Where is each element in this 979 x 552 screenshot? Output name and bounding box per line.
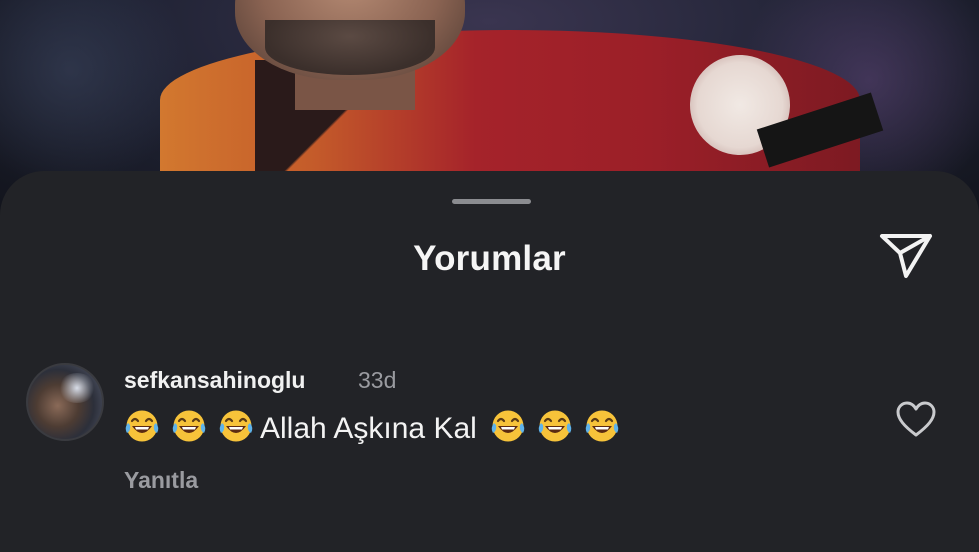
comments-sheet: Yorumlar sefkansahinoglu 33d Allah Aşkın… [0, 171, 979, 552]
comment-message: Allah Aşkına Kal [260, 412, 477, 445]
laughing-emoji-suffix-1 [490, 409, 526, 443]
laughing-emoji-prefix-2 [171, 409, 207, 443]
paper-plane-icon[interactable] [878, 232, 934, 280]
comment-item: sefkansahinoglu 33d Allah Aşkına Kal Yan… [0, 359, 979, 509]
heart-outline-icon[interactable] [895, 400, 937, 438]
laughing-emoji-suffix-2 [537, 409, 573, 443]
laughing-emoji-suffix-3 [584, 409, 620, 443]
avatar-highlight [58, 373, 96, 403]
sheet-title: Yorumlar [413, 239, 566, 278]
comment-username[interactable]: sefkansahinoglu [124, 367, 305, 394]
comment-body: Allah Aşkına Kal [124, 409, 620, 446]
laughing-emoji-prefix-1 [124, 409, 160, 443]
photo-beard [265, 20, 435, 75]
emoji-group-suffix [490, 409, 620, 445]
sheet-grabber-handle[interactable] [452, 199, 531, 204]
comment-timestamp: 33d [358, 367, 397, 393]
avatar[interactable] [26, 363, 104, 441]
laughing-emoji-prefix-3 [218, 409, 254, 443]
reply-button[interactable]: Yanıtla [124, 467, 198, 494]
emoji-group-prefix [124, 409, 254, 445]
